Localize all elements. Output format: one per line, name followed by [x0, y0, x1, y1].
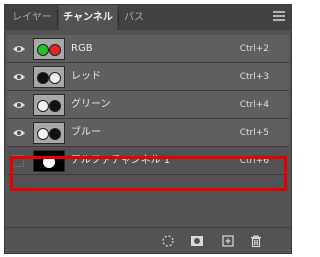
- save-selection-icon[interactable]: [190, 234, 204, 248]
- red-circle: [49, 44, 61, 56]
- light-circle: [37, 100, 49, 112]
- tab-paths[interactable]: パス: [119, 5, 149, 30]
- eye-icon[interactable]: [13, 128, 25, 138]
- channel-thumbnail: [33, 66, 65, 88]
- channels-panel: レイヤー チャンネル パス RGB Ctrl+2 レッド Ctrl+3 グリーン…: [4, 4, 292, 254]
- eye-icon[interactable]: [13, 72, 25, 82]
- load-selection-icon[interactable]: [161, 234, 175, 248]
- channel-name: RGB: [71, 43, 93, 54]
- tab-channels[interactable]: チャンネル: [59, 5, 117, 30]
- channel-row-red[interactable]: レッド Ctrl+3: [7, 63, 289, 91]
- dark-circle: [49, 128, 61, 140]
- channel-name: レッド: [71, 71, 101, 82]
- tab-bar: レイヤー チャンネル パス: [5, 5, 291, 30]
- eye-icon[interactable]: [13, 44, 25, 54]
- channel-shortcut: Ctrl+2: [239, 44, 269, 54]
- dark-circle: [37, 72, 49, 84]
- channel-list: RGB Ctrl+2 レッド Ctrl+3 グリーン Ctrl+4 ブルー Ct…: [7, 35, 289, 175]
- selection-highlight-frame: [10, 156, 287, 191]
- tab-layers[interactable]: レイヤー: [7, 5, 57, 30]
- delete-channel-icon[interactable]: [249, 234, 263, 248]
- channel-thumbnail: [33, 94, 65, 116]
- channel-thumbnail: [33, 38, 65, 60]
- light-circle: [49, 72, 61, 84]
- dark-circle: [49, 100, 61, 112]
- channel-row-rgb[interactable]: RGB Ctrl+2: [7, 35, 289, 63]
- tab-separator: [57, 10, 58, 25]
- channel-name: グリーン: [71, 99, 111, 110]
- panel-footer: [5, 227, 291, 253]
- new-channel-icon[interactable]: [221, 234, 235, 248]
- light-circle: [37, 128, 49, 140]
- channel-name: ブルー: [71, 127, 101, 138]
- channel-row-green[interactable]: グリーン Ctrl+4: [7, 91, 289, 119]
- channel-shortcut: Ctrl+4: [239, 100, 269, 110]
- eye-icon[interactable]: [13, 100, 25, 110]
- channel-shortcut: Ctrl+5: [239, 128, 269, 138]
- channel-shortcut: Ctrl+3: [239, 72, 269, 82]
- panel-menu-icon[interactable]: [273, 11, 285, 23]
- green-circle: [37, 44, 49, 56]
- channel-row-blue[interactable]: ブルー Ctrl+5: [7, 119, 289, 147]
- channel-thumbnail: [33, 122, 65, 144]
